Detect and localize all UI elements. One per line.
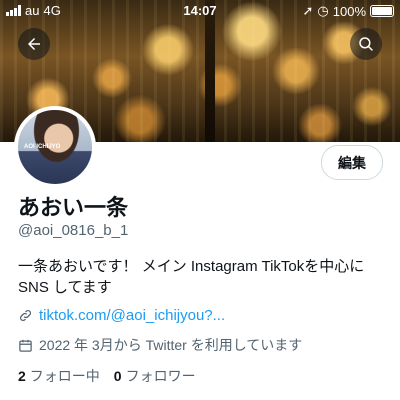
avatar-tag: AOI ICHIJYO [24,144,61,150]
back-button[interactable] [18,28,50,60]
profile-handle: @aoi_0816_b_1 [18,222,129,239]
join-date: 2022 年 3月から Twitter を利用しています [18,335,302,355]
following-label: フォロー中 [29,368,100,384]
battery-icon [370,5,394,17]
search-icon [359,37,373,51]
link-icon [20,310,31,321]
followers-link[interactable]: 0 フォロワー [114,366,196,386]
profile-link[interactable]: tiktok.com/@aoi_ichijyou?... [18,307,225,324]
search-button[interactable] [350,28,382,60]
avatar[interactable]: AOI ICHIJYO [14,106,96,188]
followers-count: 0 [113,368,122,384]
status-right: ➚ ◷ 100% [302,3,394,19]
follow-stats: 2 フォロー中 0 フォロワー [18,366,196,386]
following-link[interactable]: 2 フォロー中 [18,366,100,386]
back-arrow-icon [28,38,40,50]
status-bar: au 4G 14:07 ➚ ◷ 100% [0,0,400,22]
profile-bio: 一条あおいです！ メイン Instagram TikTokを中心に SNS して… [18,256,388,298]
join-date-text: 2022 年 3月から Twitter を利用しています [39,337,303,353]
location-icon: ➚ [302,3,314,18]
calendar-icon [19,339,32,352]
edit-profile-button[interactable]: 編集 [321,145,383,180]
bio-line: SNS してます [18,279,112,296]
followers-label: フォロワー [125,368,196,384]
profile-name: あおい一条 [18,195,129,220]
battery-percent: 100% [332,3,366,19]
following-count: 2 [18,368,26,384]
bio-line: 一条あおいです！ メイン Instagram TikTokを中心に [18,258,365,275]
profile-link-text[interactable]: tiktok.com/@aoi_ichijyou?... [39,307,225,324]
alarm-icon: ◷ [317,3,329,18]
